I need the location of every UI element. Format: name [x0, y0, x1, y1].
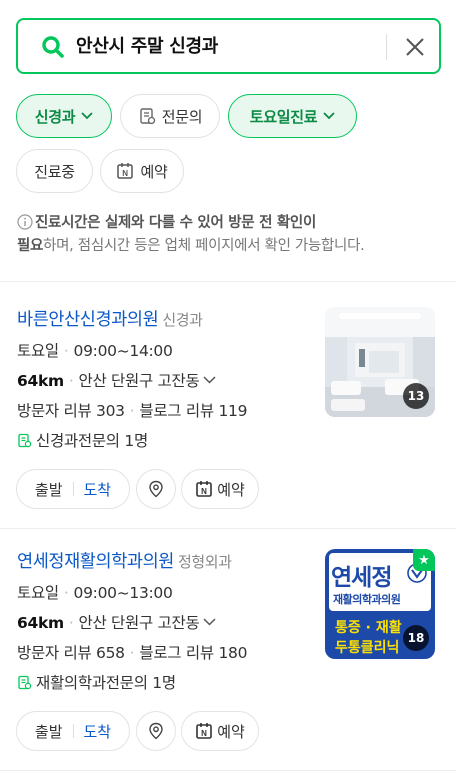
place-address: 안산 단원구 고잔동: [78, 372, 200, 390]
chevron-down-icon: [323, 112, 335, 120]
filter-chip-saturday[interactable]: 토요일진료: [228, 94, 357, 138]
naver-reserve-icon: N: [117, 163, 134, 179]
filter-chip-open-now[interactable]: 진료중: [16, 149, 93, 193]
arrive-button[interactable]: 도착: [84, 721, 112, 742]
directions-button[interactable]: 출발 도착: [16, 711, 130, 751]
place-title-row[interactable]: 연세정재활의학과의원 정형외과: [17, 549, 232, 575]
dot-separator: ·: [63, 584, 69, 602]
specialist-icon: [18, 675, 32, 690]
place-location[interactable]: 64km · 안산 단원구 고잔동: [17, 369, 216, 393]
place-category: 신경과: [162, 311, 203, 329]
place-location[interactable]: 64km · 안산 단원구 고잔동: [17, 611, 216, 635]
place-name[interactable]: 바른안산신경과의원: [17, 310, 159, 330]
place-specialist: 재활의학과전문의 1명: [17, 671, 176, 695]
chip-label: 전문의: [161, 107, 203, 126]
specialist-text: 재활의학과전문의 1명: [36, 674, 176, 692]
reserve-label: 예약: [217, 480, 245, 499]
place-specialist: 신경과전문의 1명: [17, 429, 148, 453]
place-hours-value: 09:00~14:00: [73, 342, 173, 360]
svg-text:N: N: [201, 729, 207, 738]
divider: [0, 770, 456, 771]
dot-separator: ·: [63, 342, 69, 360]
dot-separator: ·: [68, 614, 74, 632]
arrive-button[interactable]: 도착: [84, 479, 112, 500]
search-input[interactable]: 안산시 주말 신경과: [76, 34, 218, 60]
place-distance: 64km: [17, 614, 64, 632]
place-reviews: 방문자 리뷰 303 · 블로그 리뷰 119: [17, 399, 247, 423]
chip-label: 예약: [140, 162, 168, 181]
pill-divider: [72, 724, 74, 738]
thumb-title: 연세정: [331, 565, 392, 591]
map-button[interactable]: [136, 469, 176, 509]
search-box[interactable]: 안산시 주말 신경과: [16, 18, 441, 74]
filter-chip-specialist[interactable]: 전문의: [120, 94, 220, 138]
place-hours-value: 09:00~13:00: [73, 584, 173, 602]
place-address: 안산 단원구 고잔동: [78, 614, 200, 632]
place-hours: 토요일 · 09:00~13:00: [17, 581, 173, 605]
search-divider: [386, 34, 387, 60]
depart-button[interactable]: 출발: [35, 721, 63, 742]
info-icon: [17, 214, 33, 230]
chip-label: 진료중: [34, 162, 75, 181]
place-hours: 토요일 · 09:00~14:00: [17, 339, 173, 363]
dot-separator: ·: [129, 402, 135, 420]
search-icon: [42, 36, 64, 58]
depart-button[interactable]: 출발: [35, 479, 63, 500]
svg-text:N: N: [201, 487, 207, 496]
reserve-label: 예약: [217, 722, 245, 741]
place-distance: 64km: [17, 372, 64, 390]
visitor-reviews: 방문자 리뷰 303: [17, 402, 125, 420]
place-day: 토요일: [17, 342, 59, 360]
visitor-reviews: 방문자 리뷰 658: [17, 644, 125, 662]
place-title-row[interactable]: 바른안산신경과의원 신경과: [17, 307, 203, 333]
pill-divider: [72, 482, 74, 496]
reserve-button[interactable]: N 예약: [181, 711, 259, 751]
filter-chip-neurology[interactable]: 신경과: [16, 94, 112, 138]
place-photo[interactable]: 연세정 재활의학과의원 통증 · 재활 두통클리닉 ★ 18: [325, 549, 435, 659]
specialist-icon: [140, 108, 155, 125]
place-category: 정형외과: [178, 553, 232, 571]
blog-reviews: 블로그 리뷰 180: [139, 644, 248, 662]
location-pin-icon: [149, 480, 163, 498]
specialist-text: 신경과전문의 1명: [36, 432, 148, 450]
close-icon[interactable]: [402, 34, 428, 60]
thumb-subtitle: 재활의학과의원: [333, 593, 401, 606]
directions-button[interactable]: 출발 도착: [16, 469, 130, 509]
place-name[interactable]: 연세정재활의학과의원: [17, 552, 174, 572]
chevron-down-icon: [203, 376, 216, 384]
naver-reserve-icon: N: [196, 481, 212, 497]
place-photo[interactable]: 13: [325, 307, 435, 417]
photo-count-badge: 13: [403, 383, 429, 409]
map-button[interactable]: [136, 711, 176, 751]
reserve-button[interactable]: N 예약: [181, 469, 259, 509]
thumb-line3: 통증 · 재활: [335, 620, 402, 636]
chevron-down-icon: [81, 112, 93, 120]
notice-rest: 하며, 점심시간 등은 업체 페이지에서 확인 가능합니다.: [43, 238, 365, 254]
place-card[interactable]: 바른안산신경과의원 신경과 토요일 · 09:00~14:00 64km · 안산 단원구…: [0, 307, 456, 547]
svg-text:N: N: [123, 169, 129, 178]
place-reviews: 방문자 리뷰 658 · 블로그 리뷰 180: [17, 641, 247, 665]
thumb-line4: 두통클리닉: [335, 640, 400, 656]
place-card[interactable]: 연세정재활의학과의원 정형외과 토요일 · 09:00~13:00 64km · 안산 단…: [0, 549, 456, 773]
specialist-icon: [18, 433, 32, 448]
thumb-star-badge: ★: [413, 549, 435, 571]
location-pin-icon: [149, 722, 163, 740]
divider: [0, 281, 456, 282]
place-day: 토요일: [17, 584, 59, 602]
chevron-down-icon: [203, 618, 216, 626]
notice-bold-line1: 진료시간은 실제와 다를 수 있어 방문 전 확인이: [35, 215, 316, 231]
hours-notice: 진료시간은 실제와 다를 수 있어 방문 전 확인이필요하며, 점심시간 등은 …: [17, 212, 442, 258]
filter-chip-reserve[interactable]: N 예약: [100, 149, 184, 193]
photo-count-badge: 18: [403, 625, 429, 651]
chip-label: 신경과: [34, 107, 76, 126]
chip-label: 토요일진료: [249, 107, 318, 126]
divider: [0, 528, 456, 529]
naver-reserve-icon: N: [196, 723, 212, 739]
dot-separator: ·: [68, 372, 74, 390]
notice-bold-line2: 필요: [17, 238, 44, 254]
blog-reviews: 블로그 리뷰 119: [139, 402, 248, 420]
dot-separator: ·: [129, 644, 135, 662]
